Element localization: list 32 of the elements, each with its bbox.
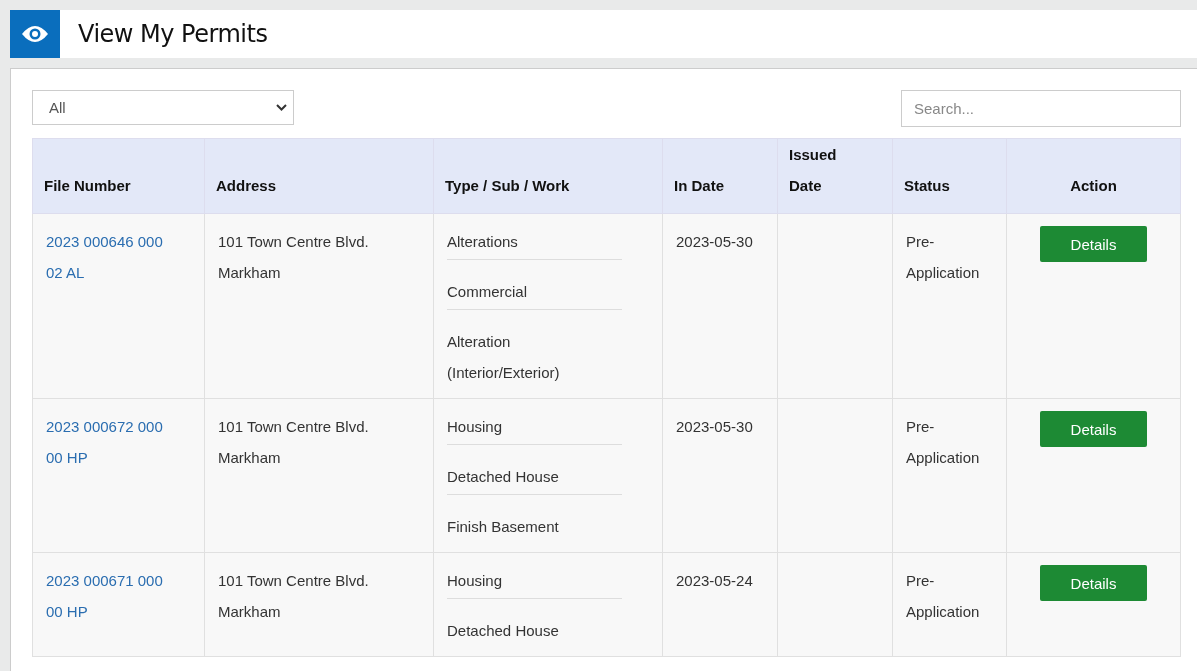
in-date-text: 2023-05-30 — [676, 417, 754, 437]
status-text: Pre-Application — [906, 571, 981, 622]
column-header: Action — [1006, 138, 1181, 214]
eye-icon — [21, 24, 49, 44]
chevron-icon — [276, 104, 287, 111]
type-text: Detached House — [447, 621, 560, 641]
column-header: In Date — [662, 138, 778, 214]
status-text: Pre-Application — [906, 417, 981, 468]
column-header: Status — [892, 138, 1007, 214]
status-text: Pre-Application — [906, 232, 981, 283]
type-text: Commercial — [447, 276, 622, 310]
address-text: 101 Town Centre Blvd. Markham — [218, 571, 370, 622]
address-text: 101 Town Centre Blvd. Markham — [218, 417, 370, 468]
type-text: Detached House — [447, 461, 622, 495]
type-text: Alteration (Interior/Exterior) — [447, 332, 561, 383]
type-text: Alterations — [447, 226, 622, 260]
type-text: Housing — [447, 411, 622, 445]
in-date-text: 2023-05-30 — [676, 232, 754, 252]
type-text: Finish Basement — [447, 517, 560, 537]
details-button[interactable]: Details — [1040, 226, 1147, 262]
search-field[interactable]: Search... — [901, 90, 1181, 127]
page-title: View My Permits — [78, 20, 268, 48]
column-header: File Number — [32, 138, 205, 214]
address-text: 101 Town Centre Blvd. Markham — [218, 232, 370, 283]
in-date-text: 2023-05-24 — [676, 571, 754, 591]
details-button[interactable]: Details — [1040, 411, 1147, 447]
filter-dropdown[interactable]: All — [32, 90, 294, 125]
column-header: Issued Date — [777, 138, 893, 214]
column-header: Type / Sub / Work — [433, 138, 663, 214]
type-text: Housing — [447, 565, 622, 599]
details-button[interactable]: Details — [1040, 565, 1147, 601]
column-header: Address — [204, 138, 434, 214]
